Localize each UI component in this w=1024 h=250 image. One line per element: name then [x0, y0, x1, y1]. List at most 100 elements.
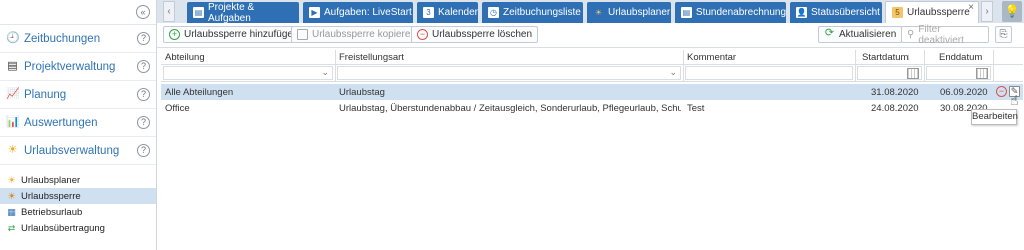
filter-startdatum-input[interactable] — [857, 66, 922, 80]
nav-section-label: Urlaubsverwaltung — [24, 144, 120, 157]
tab-label: Urlaubsplaner — [608, 7, 671, 18]
subnav-item-label: Urlaubsübertragung — [21, 222, 105, 234]
subnav-urlaubsverwaltung: ☀ Urlaubsplaner ☀ Urlaubssperre ▦ Betrie… — [0, 172, 156, 236]
help-icon[interactable]: ? — [137, 144, 150, 157]
button-label: Aktualisieren — [839, 29, 897, 40]
column-header-freistellungsart[interactable]: Freistellungsart — [339, 52, 404, 63]
nav-section-auswertungen[interactable]: 📊 Auswertungen ? — [0, 109, 156, 137]
cell-freistellungsart: Urlaubstag — [339, 87, 385, 98]
copy-icon — [297, 29, 308, 40]
delete-vacation-lock-button[interactable]: − Urlaubssperre löschen — [411, 26, 539, 43]
tab-label: Aufgaben: LiveStart — [324, 7, 412, 18]
help-icon[interactable]: ? — [137, 32, 150, 45]
cell-abteilung: Office — [165, 103, 190, 114]
add-vacation-lock-button[interactable]: + Urlaubssperre hinzufügen — [163, 26, 305, 43]
project-icon: ▤ — [193, 7, 204, 18]
nav-section-zeitbuchungen[interactable]: 🕘 Zeitbuchungen ? — [0, 25, 156, 53]
sun-icon: ☀ — [7, 144, 18, 156]
search-icon: ⚲ — [907, 29, 915, 40]
button-label: Urlaubssperre kopieren — [312, 29, 416, 40]
chart-icon: 📈 — [6, 88, 20, 100]
grid-filter-row: ⌄ ⌄ — [161, 65, 1023, 82]
collapse-sidebar-icon[interactable]: « — [136, 5, 150, 19]
tab-statusuebersicht[interactable]: 👤 Statusübersicht — [790, 2, 882, 23]
subnav-item-label: Betriebsurlaub — [21, 206, 83, 218]
help-icon[interactable]: ? — [137, 60, 150, 73]
subnav-item-betriebsurlaub[interactable]: ▦ Betriebsurlaub — [0, 204, 156, 220]
column-header-enddatum[interactable]: Enddatum — [939, 52, 982, 63]
column-header-kommentar[interactable]: Kommentar — [687, 52, 736, 63]
sun-icon: ☀ — [594, 8, 603, 17]
calendar-icon: 3 — [423, 7, 434, 18]
delete-row-icon[interactable]: − — [996, 86, 1007, 97]
bar-chart-icon: 📊 — [6, 116, 20, 128]
edit-tooltip: Bearbeiten — [971, 109, 1018, 125]
tab-bar: ‹ ▤ Projekte & Aufgaben ▶ Aufgaben: Live… — [157, 0, 1024, 24]
nav-section-planung[interactable]: 📈 Planung ? — [0, 81, 156, 109]
calendar-picker-icon[interactable] — [976, 68, 988, 79]
tab-label: Stundenabrechnung — [695, 7, 786, 18]
button-label: Urlaubssperre löschen — [432, 29, 533, 40]
user-icon: 👤 — [796, 7, 807, 18]
cell-freistellungsart: Urlaubstag, Überstundenabbau / Zeitausgl… — [339, 103, 681, 114]
tab-kalender[interactable]: 3 Kalender — [417, 2, 478, 23]
nav-section-urlaubsverwaltung[interactable]: ☀ Urlaubsverwaltung ? — [0, 137, 156, 165]
filter-label: Filter deaktiviert — [918, 23, 964, 46]
tab-urlaubsplaner[interactable]: ☀ Urlaubsplaner — [587, 2, 671, 23]
subnav-item-urlaubsplaner[interactable]: ☀ Urlaubsplaner — [0, 172, 156, 188]
calendar-icon: 5 — [892, 7, 903, 18]
tab-scroll-left-icon[interactable]: ‹ — [163, 1, 175, 22]
tab-label: Zeitbuchungsliste — [503, 7, 581, 18]
table-row[interactable]: Alle Abteilungen Urlaubstag 31.08.2020 0… — [161, 84, 1023, 100]
add-icon: + — [169, 29, 180, 40]
nav-section-label: Planung — [24, 88, 67, 101]
column-header-startdatum[interactable]: Startdatum — [862, 52, 908, 63]
filter-freistellungsart-select[interactable]: ⌄ — [337, 66, 681, 80]
filter-enddatum-input[interactable] — [926, 66, 991, 80]
tab-label: Statusübersicht — [811, 7, 880, 18]
tab-projekte-aufgaben[interactable]: ▤ Projekte & Aufgaben — [187, 1, 299, 24]
tab-stundenabrechnung[interactable]: ▤ Stundenabrechnung — [675, 2, 786, 23]
copy-vacation-lock-button[interactable]: Urlaubssperre kopieren — [291, 26, 422, 43]
subnav-item-label: Urlaubsplaner — [21, 174, 81, 186]
nav-section-projektverwaltung[interactable]: ▤ Projektverwaltung ? — [0, 53, 156, 81]
clock-icon: ◷ — [488, 7, 499, 18]
delete-icon: − — [417, 29, 428, 40]
cell-startdatum: 24.08.2020 — [871, 103, 919, 114]
close-tab-icon[interactable]: × — [968, 2, 974, 13]
cell-abteilung: Alle Abteilungen — [165, 87, 234, 98]
sort-desc-icon: ↓ — [906, 52, 911, 63]
help-icon[interactable]: ? — [137, 116, 150, 129]
cell-enddatum: 06.09.2020 — [940, 87, 988, 98]
tab-aufgaben-livestart[interactable]: ▶ Aufgaben: LiveStart — [303, 2, 413, 23]
export-icon[interactable]: ⎘ — [995, 26, 1012, 43]
nav-section-label: Zeitbuchungen — [24, 32, 101, 45]
tab-urlaubssperre[interactable]: 5 Urlaubssperre × — [885, 1, 979, 23]
calendar-picker-icon[interactable] — [907, 68, 919, 79]
column-header-abteilung[interactable]: Abteilung — [165, 52, 205, 63]
sidebar-collapse-bar: « — [0, 0, 156, 25]
play-icon: ▶ — [309, 7, 320, 18]
subnav-item-urlaubssperre[interactable]: ☀ Urlaubssperre — [0, 188, 156, 204]
subnav-item-urlaubsuebertragung[interactable]: ⇄ Urlaubsübertragung — [0, 220, 156, 236]
tab-label: Projekte & Aufgaben — [207, 1, 255, 24]
help-icon[interactable]: ? — [137, 88, 150, 101]
filter-status-field[interactable]: ⚲ Filter deaktiviert — [901, 23, 989, 46]
tab-zeitbuchungsliste[interactable]: ◷ Zeitbuchungsliste — [482, 2, 583, 23]
sidebar: « 🕘 Zeitbuchungen ? ▤ Projektverwaltung … — [0, 0, 157, 250]
clock-icon: 🕘 — [6, 32, 20, 44]
report-icon: ▤ — [681, 7, 692, 18]
tab-scroll-right-icon[interactable]: › — [981, 1, 993, 22]
table-row[interactable]: Office Urlaubstag, Überstundenabbau / Ze… — [161, 100, 1023, 116]
refresh-button[interactable]: ⟳ Aktualisieren — [818, 26, 903, 43]
chevron-down-icon: ⌄ — [669, 67, 677, 77]
filter-abteilung-select[interactable]: ⌄ — [163, 66, 333, 80]
filter-kommentar-input[interactable] — [685, 66, 853, 80]
transfer-icon: ⇄ — [7, 222, 16, 233]
subnav-item-label: Urlaubssperre — [21, 190, 81, 202]
toolbar: + Urlaubssperre hinzufügen Urlaubssperre… — [157, 23, 1024, 48]
refresh-icon: ⟳ — [824, 27, 835, 39]
nav-section-label: Projektverwaltung — [24, 60, 116, 73]
lightbulb-icon[interactable]: 💡 — [1002, 1, 1022, 22]
button-label: Urlaubssperre hinzufügen — [184, 29, 299, 40]
